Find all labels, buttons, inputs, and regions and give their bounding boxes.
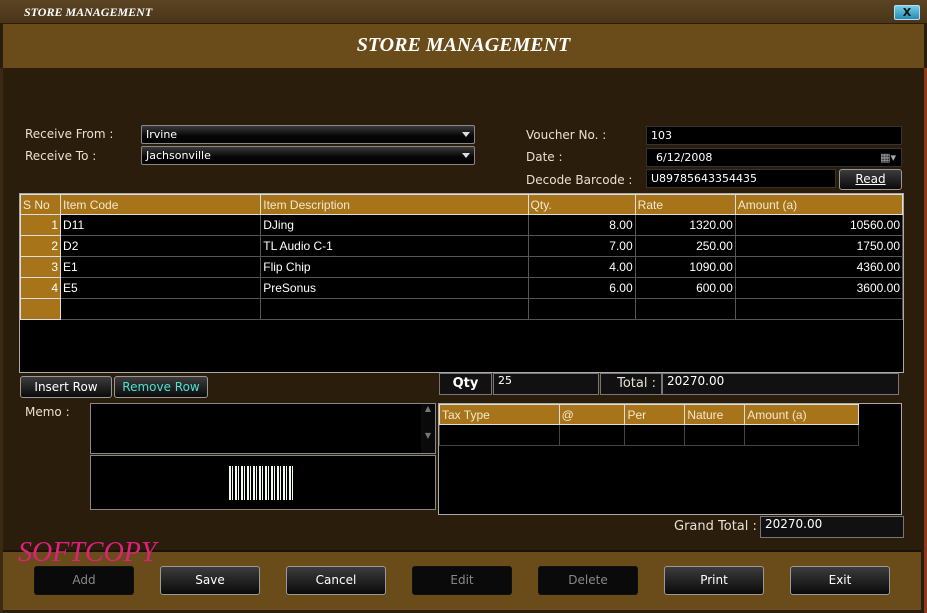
column-header[interactable]: Amount (a) [734,194,904,215]
receive-to-label: Receive To : [25,149,97,163]
cell-amount[interactable]: 1750.00 [734,235,904,257]
receive-from-label: Receive From : [25,127,114,141]
cell-desc[interactable]: TL Audio C-1 [260,235,529,257]
items-grid[interactable]: S No Item Code Item Description Qty. Rate Amo… [19,193,904,373]
watermark-logo: SOFTCOPY [18,537,157,568]
tax-cell[interactable] [439,424,560,446]
qty-total: 25 [493,373,599,395]
cell-amount[interactable]: 10560.00 [734,214,904,236]
window-title: STORE MANAGEMENT [24,5,153,19]
cell-code[interactable]: E5 [60,277,262,299]
column-header[interactable]: Rate [634,194,736,215]
cell-amount[interactable]: 3600.00 [734,277,904,299]
grand-total-value: 20270.00 [760,516,904,538]
title-bar: STORE MANAGEMENT X [0,0,927,24]
total-label: Total : [600,373,662,395]
cell-rate[interactable]: 250.00 [634,235,736,257]
chevron-down-icon [462,132,470,137]
exit-button[interactable]: Exit [790,566,890,595]
barcode-input[interactable]: U89785643354435 [646,169,836,188]
tax-grid[interactable]: Tax Type @ Per Nature Amount (a) [438,403,902,515]
remove-row-button[interactable]: Remove Row [114,376,208,398]
barcode-label: Decode Barcode : [526,173,633,187]
new-row[interactable] [19,298,904,320]
cell-code[interactable]: E1 [60,256,262,278]
cell-desc[interactable]: Flip Chip [260,256,529,278]
cell-code[interactable]: D11 [60,214,262,236]
voucher-input[interactable]: 103 [646,126,902,145]
barcode-icon [229,466,294,500]
cell-desc[interactable]: DJing [260,214,529,236]
date-label: Date : [526,150,563,164]
cell-sno[interactable]: 1 [19,214,62,236]
memo-label: Memo : [25,405,70,419]
column-header[interactable]: Item Code [60,194,262,215]
cancel-button[interactable]: Cancel [286,566,386,595]
column-header[interactable]: S No [19,194,62,215]
insert-row-button[interactable]: Insert Row [20,376,112,398]
cell-code[interactable] [60,298,262,320]
page-title: STORE MANAGEMENT [356,34,571,56]
receive-from-value: Irvine [146,128,178,141]
cell-sno[interactable]: 4 [19,277,62,299]
column-header[interactable]: Qty. [527,194,636,215]
table-row[interactable]: 2 D2 TL Audio C-1 7.00 250.00 1750.00 [19,235,904,257]
receive-to-value: Jachsonville [146,149,211,162]
receive-to-select[interactable]: Jachsonville [141,146,475,165]
save-button[interactable]: Save [160,566,260,595]
tax-column-header[interactable]: Amount (a) [744,404,859,425]
cell-rate[interactable]: 1090.00 [634,256,736,278]
tax-column-header[interactable]: Per [624,404,686,425]
date-picker[interactable]: 6/12/2008 ▦▾ [646,148,902,167]
column-header[interactable]: Item Description [260,194,529,215]
edit-button[interactable]: Edit [412,566,512,595]
cell-qty[interactable] [527,298,636,320]
calendar-icon[interactable]: ▦▾ [880,151,896,164]
cell-amount[interactable] [734,298,904,320]
cell-rate[interactable]: 1320.00 [634,214,736,236]
cell-desc[interactable] [260,298,529,320]
grand-total-label: Grand Total : [674,519,757,534]
read-button[interactable]: Read [839,169,902,190]
cell-sno[interactable]: 2 [19,235,62,257]
qty-label: Qty [439,373,492,395]
add-button[interactable]: Add [34,566,134,595]
receive-from-select[interactable]: Irvine [141,125,475,144]
voucher-label: Voucher No. : [526,128,607,142]
close-button[interactable]: X [894,5,920,20]
cell-qty[interactable]: 8.00 [527,214,636,236]
table-row[interactable]: 1 D11 DJing 8.00 1320.00 10560.00 [19,214,904,236]
cell-qty[interactable]: 6.00 [527,277,636,299]
cell-sno[interactable]: 3 [19,256,62,278]
table-row[interactable]: 4 E5 PreSonus 6.00 600.00 3600.00 [19,277,904,299]
delete-button[interactable]: Delete [538,566,638,595]
cell-qty[interactable]: 4.00 [527,256,636,278]
tax-cell[interactable] [558,424,626,446]
tax-cell[interactable] [744,424,859,446]
total-value: 20270.00 [662,373,899,395]
cell-amount[interactable]: 4360.00 [734,256,904,278]
tax-cell[interactable] [684,424,746,446]
cell-rate[interactable]: 600.00 [634,277,736,299]
cell-sno[interactable] [19,298,62,320]
header-banner: STORE MANAGEMENT [3,24,924,68]
print-button[interactable]: Print [664,566,764,595]
tax-cell[interactable] [624,424,686,446]
memo-scrollbar[interactable]: ▲ ▼ [421,404,435,453]
date-value: 6/12/2008 [656,151,713,164]
cell-qty[interactable]: 7.00 [527,235,636,257]
tax-column-header[interactable]: Nature [684,404,746,425]
tax-column-header[interactable]: Tax Type [439,404,560,425]
cell-code[interactable]: D2 [60,235,262,257]
barcode-image-panel [90,455,436,510]
cell-rate[interactable] [634,298,736,320]
tax-column-header[interactable]: @ [558,404,626,425]
cell-desc[interactable]: PreSonus [260,277,529,299]
chevron-down-icon [462,153,470,158]
memo-textarea[interactable]: ▲ ▼ [90,403,436,454]
table-row[interactable]: 3 E1 Flip Chip 4.00 1090.00 4360.00 [19,256,904,278]
